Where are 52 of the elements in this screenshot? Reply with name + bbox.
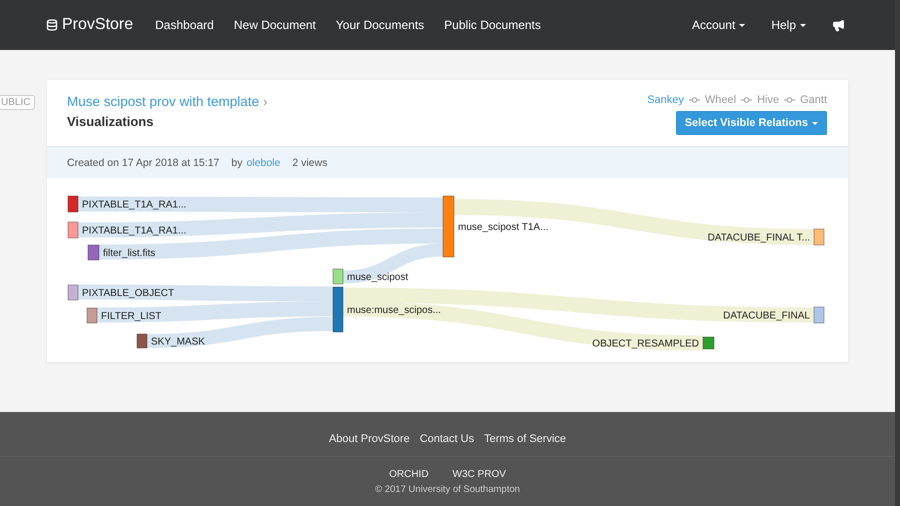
node-label: DATACUBE_FINAL T...: [708, 232, 810, 244]
node-bar[interactable]: [68, 222, 78, 238]
copyright-text: © 2017 University of Southampton: [375, 484, 520, 495]
node-bar[interactable]: [332, 268, 344, 284]
caret-icon: [800, 24, 806, 26]
nav-link[interactable]: Dashboard: [145, 18, 224, 32]
node-label: FILTER_LIST: [101, 311, 162, 322]
node-label: muse:muse_scipos...: [347, 305, 441, 316]
footer-link[interactable]: Contact Us: [420, 433, 474, 445]
node-label: PIXTABLE_T1A_RA1...: [82, 226, 186, 236]
scrollbar[interactable]: [895, 0, 900, 506]
node-label: SKY_MASK: [151, 336, 205, 348]
footer-link[interactable]: About ProvStore: [328, 433, 410, 445]
public-badge: UBLIC: [0, 95, 36, 110]
nav-menu[interactable]: Help: [761, 18, 816, 32]
node-bar[interactable]: [814, 306, 824, 324]
node-bar[interactable]: [332, 286, 344, 332]
footer-link[interactable]: ORCHID: [389, 469, 429, 480]
nav-link[interactable]: New Document: [224, 18, 326, 32]
node-bar[interactable]: [136, 334, 148, 348]
node-label: DATACUBE_FINAL: [723, 310, 810, 322]
footer-link[interactable]: Terms of Service: [484, 433, 566, 445]
nav-link[interactable]: Public Documents: [434, 18, 551, 32]
breadcrumb-separator: ›: [263, 94, 268, 109]
created-date: Created on 17 Apr 2018 at 15:17: [67, 156, 220, 169]
page-heading: Visualizations: [67, 114, 154, 129]
node-bar[interactable]: [702, 336, 714, 350]
node-label: PIXTABLE_T1A_RA1...: [82, 200, 186, 210]
node-bar[interactable]: [68, 196, 78, 212]
node-label: muse_scipost: [347, 272, 408, 283]
database-icon: [46, 19, 58, 31]
by-label: by: [231, 156, 242, 169]
node-bar[interactable]: [442, 196, 454, 258]
node-bar[interactable]: [86, 308, 98, 324]
node-label: PIXTABLE_OBJECT: [82, 288, 174, 299]
connector-icon: [688, 97, 700, 103]
node-label: filter_list.fits: [103, 248, 156, 259]
caret-icon: [739, 24, 746, 26]
connector-icon: [784, 97, 796, 103]
nav-link[interactable]: Your Documents: [326, 18, 434, 32]
node-bar[interactable]: [68, 284, 78, 300]
node-label: muse_scipost T1A...: [458, 222, 548, 233]
brand-name: ProvStore: [62, 16, 134, 34]
node-label: OBJECT_RESAMPLED: [592, 338, 699, 350]
footer-link[interactable]: W3C PROV: [452, 469, 506, 480]
node-bar[interactable]: [88, 244, 100, 260]
connector-icon: [741, 97, 752, 103]
nav-menu[interactable]: Account: [682, 18, 756, 32]
brand-logo[interactable]: ProvStore: [46, 16, 134, 34]
node-bar[interactable]: [814, 228, 824, 246]
view-count: 2 views: [292, 156, 328, 169]
caret-icon: [812, 122, 818, 124]
